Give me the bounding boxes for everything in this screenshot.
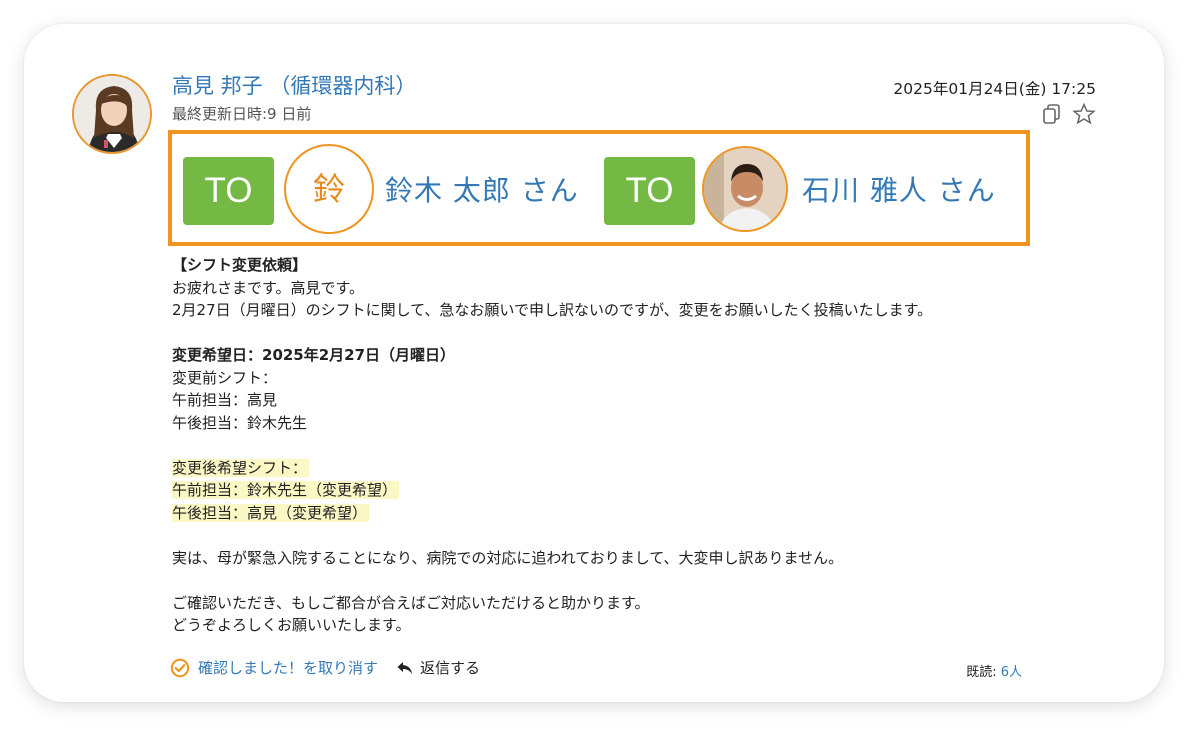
post-datetime: 2025年01月24日(金) 17:25 [893, 80, 1096, 98]
post-actions [1040, 102, 1096, 126]
reply-arrow-icon [396, 659, 414, 677]
cancel-confirm-button[interactable]: 確認しました！を取り消す [170, 657, 378, 678]
last-updated: 最終更新日時:9 日前 [172, 105, 312, 123]
reply-button[interactable]: 返信する [396, 657, 480, 678]
star-icon[interactable] [1072, 102, 1096, 126]
to-badge: TO [183, 157, 274, 225]
message-line: 午後担当：鈴木先生 [172, 413, 308, 432]
highlighted-line: 午前担当：鈴木先生（変更希望） [172, 481, 400, 499]
sender-avatar[interactable] [72, 74, 152, 154]
message-body: 【シフト変更依頼】 お疲れさまです。高見です。 2月27日（月曜日）のシフトに関… [172, 254, 932, 637]
highlighted-line: 午後担当：高見（変更希望） [172, 503, 370, 522]
recipient-initial-avatar[interactable]: 鈴 [284, 144, 374, 234]
message-line: お疲れさまです。高見です。 [172, 278, 365, 297]
recipient-avatar[interactable] [702, 146, 788, 232]
message-line: 午前担当：高見 [172, 391, 278, 409]
read-label: 既読: [966, 665, 997, 680]
message-line: ご確認いただき、もしご都合が合えばご対応いただけると助かります。 [172, 593, 650, 612]
read-count-value[interactable]: 6人 [1001, 665, 1022, 680]
read-count[interactable]: 既読: 6人 [966, 661, 1022, 680]
recipient-name[interactable]: 石川 雅人 さん [802, 169, 996, 209]
post-card: 高見 邦子 （循環器内科） 最終更新日時:9 日前 2025年01月24日(金)… [24, 24, 1164, 702]
change-date-line: 変更希望日：2025年2月27日（月曜日） [172, 346, 456, 364]
reply-label: 返信する [420, 659, 481, 677]
message-line: 変更前シフト： [172, 368, 278, 387]
message-title: 【シフト変更依頼】 [172, 256, 308, 274]
to-badge: TO [604, 157, 695, 225]
cancel-confirm-label: 確認しました！を取り消す [198, 659, 379, 677]
message-line: どうぞよろしくお願いいたします。 [172, 616, 411, 634]
message-line: 2月27日（月曜日）のシフトに関して、急なお願いで申し訳ないのですが、変更をお願… [172, 301, 933, 319]
check-circle-icon [170, 658, 190, 678]
message-line: 実は、母が緊急入院することになり、病院での対応に追われておりまして、大変申し訳あ… [172, 548, 844, 567]
highlighted-line: 変更後希望シフト： [172, 458, 310, 477]
sender-name[interactable]: 高見 邦子 （循環器内科） [172, 70, 416, 100]
recipient-name[interactable]: 鈴木 太郎 さん [385, 169, 579, 209]
copy-icon[interactable] [1040, 102, 1064, 126]
to-recipients-box: TO 鈴 鈴木 太郎 さん TO 石川 雅人 さん [168, 130, 1030, 246]
